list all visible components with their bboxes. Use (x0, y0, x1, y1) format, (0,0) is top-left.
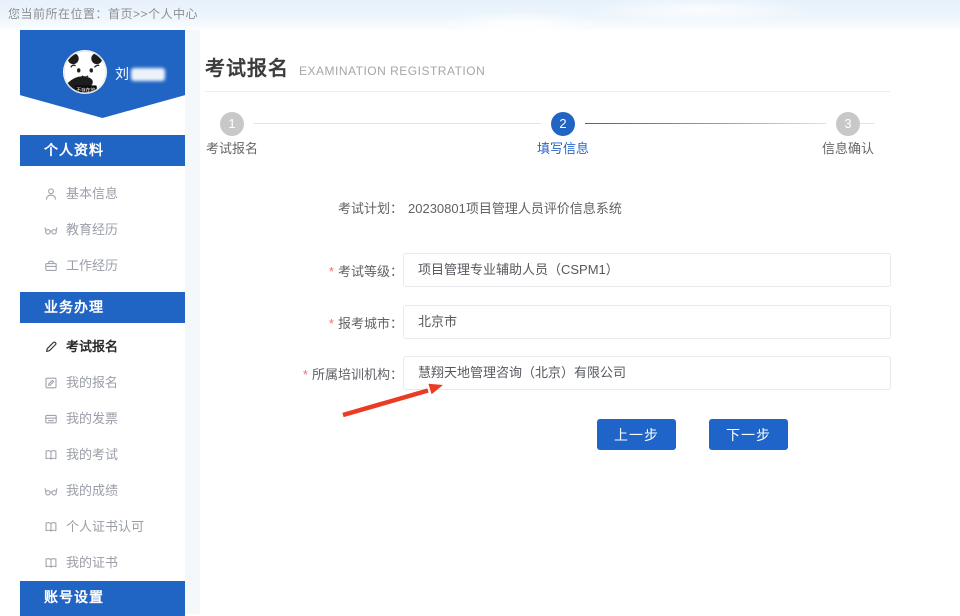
field-label-text: 所属培训机构： (312, 367, 403, 382)
sidebar-item-certificate-recognition[interactable]: 个人证书认可 (20, 509, 185, 545)
prev-step-button[interactable]: 上一步 (597, 419, 676, 450)
sidebar: 不存在的 刘 个人资料 基本信息 教育经历 工作经历 业务办理 考试报名 我 (20, 30, 185, 614)
field-label-text: 报考城市： (338, 316, 403, 331)
sidebar-item-my-certificates[interactable]: 我的证书 (20, 545, 185, 581)
step-1-circle: 1 (220, 112, 244, 136)
sidebar-section-personal-info[interactable]: 个人资料 (20, 135, 185, 166)
step-3-circle: 3 (836, 112, 860, 136)
exam-plan-label: 考试计划： (200, 198, 403, 217)
user-icon (44, 187, 58, 201)
sidebar-content-gap (185, 30, 200, 614)
sidebar-item-label: 我的考试 (66, 437, 118, 473)
business-items: 考试报名 我的报名 我的发票 我的考试 我的成绩 个人证书认可 我的证书 (20, 323, 185, 581)
exam-plan-value: 20230801项目管理人员评价信息系统 (408, 198, 622, 217)
step-connector-3 (860, 123, 874, 124)
exam-level-select[interactable]: 项目管理专业辅助人员（CSPM1） (403, 253, 891, 287)
page-title: 考试报名 EXAMINATION REGISTRATION (205, 52, 485, 81)
exam-city-row: * 报考城市： 北京市 (200, 305, 891, 339)
sidebar-item-work-history[interactable]: 工作经历 (20, 248, 185, 284)
next-step-button[interactable]: 下一步 (709, 419, 788, 450)
book-icon (44, 520, 58, 534)
sidebar-item-label: 我的证书 (66, 545, 118, 581)
sidebar-item-my-invoices[interactable]: 我的发票 (20, 401, 185, 437)
sidebar-item-my-scores[interactable]: 我的成绩 (20, 473, 185, 509)
sidebar-item-label: 基本信息 (66, 176, 118, 212)
page-title-zh: 考试报名 (205, 58, 289, 80)
sidebar-section-account-settings[interactable]: 账号设置 (20, 581, 185, 616)
step-3-label: 信息确认 (803, 138, 893, 157)
sidebar-item-label: 考试报名 (66, 329, 118, 365)
step-connector-2 (585, 123, 826, 124)
avatar: 不存在的 (63, 50, 107, 94)
title-divider (205, 91, 890, 92)
exam-plan-row: 考试计划： 20230801项目管理人员评价信息系统 (200, 198, 622, 217)
step-1-label: 考试报名 (187, 138, 277, 157)
glasses-icon (44, 484, 58, 498)
sidebar-item-education[interactable]: 教育经历 (20, 212, 185, 248)
sidebar-item-label: 我的报名 (66, 365, 118, 401)
main-content: 考试报名 EXAMINATION REGISTRATION 1 2 3 考试报名 … (200, 30, 960, 614)
step-2-circle: 2 (551, 112, 575, 136)
invoice-icon (44, 412, 58, 426)
breadcrumb[interactable]: 您当前所在位置：首页>>个人中心 (8, 5, 198, 22)
form-edit-icon (44, 376, 58, 390)
step-connector-1 (254, 123, 541, 124)
required-asterisk: * (329, 316, 334, 331)
personal-info-items: 基本信息 教育经历 工作经历 (20, 166, 185, 292)
glasses-icon (44, 223, 58, 237)
required-asterisk: * (303, 367, 308, 382)
sidebar-item-my-registration[interactable]: 我的报名 (20, 365, 185, 401)
user-name-redacted (131, 68, 165, 81)
sidebar-item-basic-info[interactable]: 基本信息 (20, 176, 185, 212)
sidebar-item-label: 我的成绩 (66, 473, 118, 509)
page-title-en: EXAMINATION REGISTRATION (299, 64, 485, 78)
panda-avatar-image: 不存在的 (63, 50, 107, 94)
book-icon (44, 556, 58, 570)
sidebar-item-my-exams[interactable]: 我的考试 (20, 437, 185, 473)
field-label-text: 考试等级： (338, 264, 403, 279)
exam-city-select[interactable]: 北京市 (403, 305, 891, 339)
sidebar-item-label: 教育经历 (66, 212, 118, 248)
exam-level-label: * 考试等级： (200, 261, 403, 280)
step-2-label: 填写信息 (518, 138, 608, 157)
sidebar-item-exam-registration[interactable]: 考试报名 (20, 329, 185, 365)
training-org-label: * 所属培训机构： (200, 364, 403, 383)
training-org-row: * 所属培训机构： 慧翔天地管理咨询（北京）有限公司 (200, 356, 891, 390)
user-surname: 刘 (115, 66, 129, 82)
sidebar-item-label: 工作经历 (66, 248, 118, 284)
user-name: 刘 (115, 64, 165, 84)
exam-level-row: * 考试等级： 项目管理专业辅助人员（CSPM1） (200, 253, 891, 287)
sidebar-section-business[interactable]: 业务办理 (20, 292, 185, 323)
briefcase-icon (44, 259, 58, 273)
book-icon (44, 448, 58, 462)
user-banner: 不存在的 刘 (20, 30, 185, 118)
sidebar-item-label: 我的发票 (66, 401, 118, 437)
pencil-icon (44, 340, 58, 354)
sidebar-item-label: 个人证书认可 (66, 509, 144, 545)
required-asterisk: * (329, 264, 334, 279)
training-org-select[interactable]: 慧翔天地管理咨询（北京）有限公司 (403, 356, 891, 390)
exam-city-label: * 报考城市： (200, 313, 403, 332)
